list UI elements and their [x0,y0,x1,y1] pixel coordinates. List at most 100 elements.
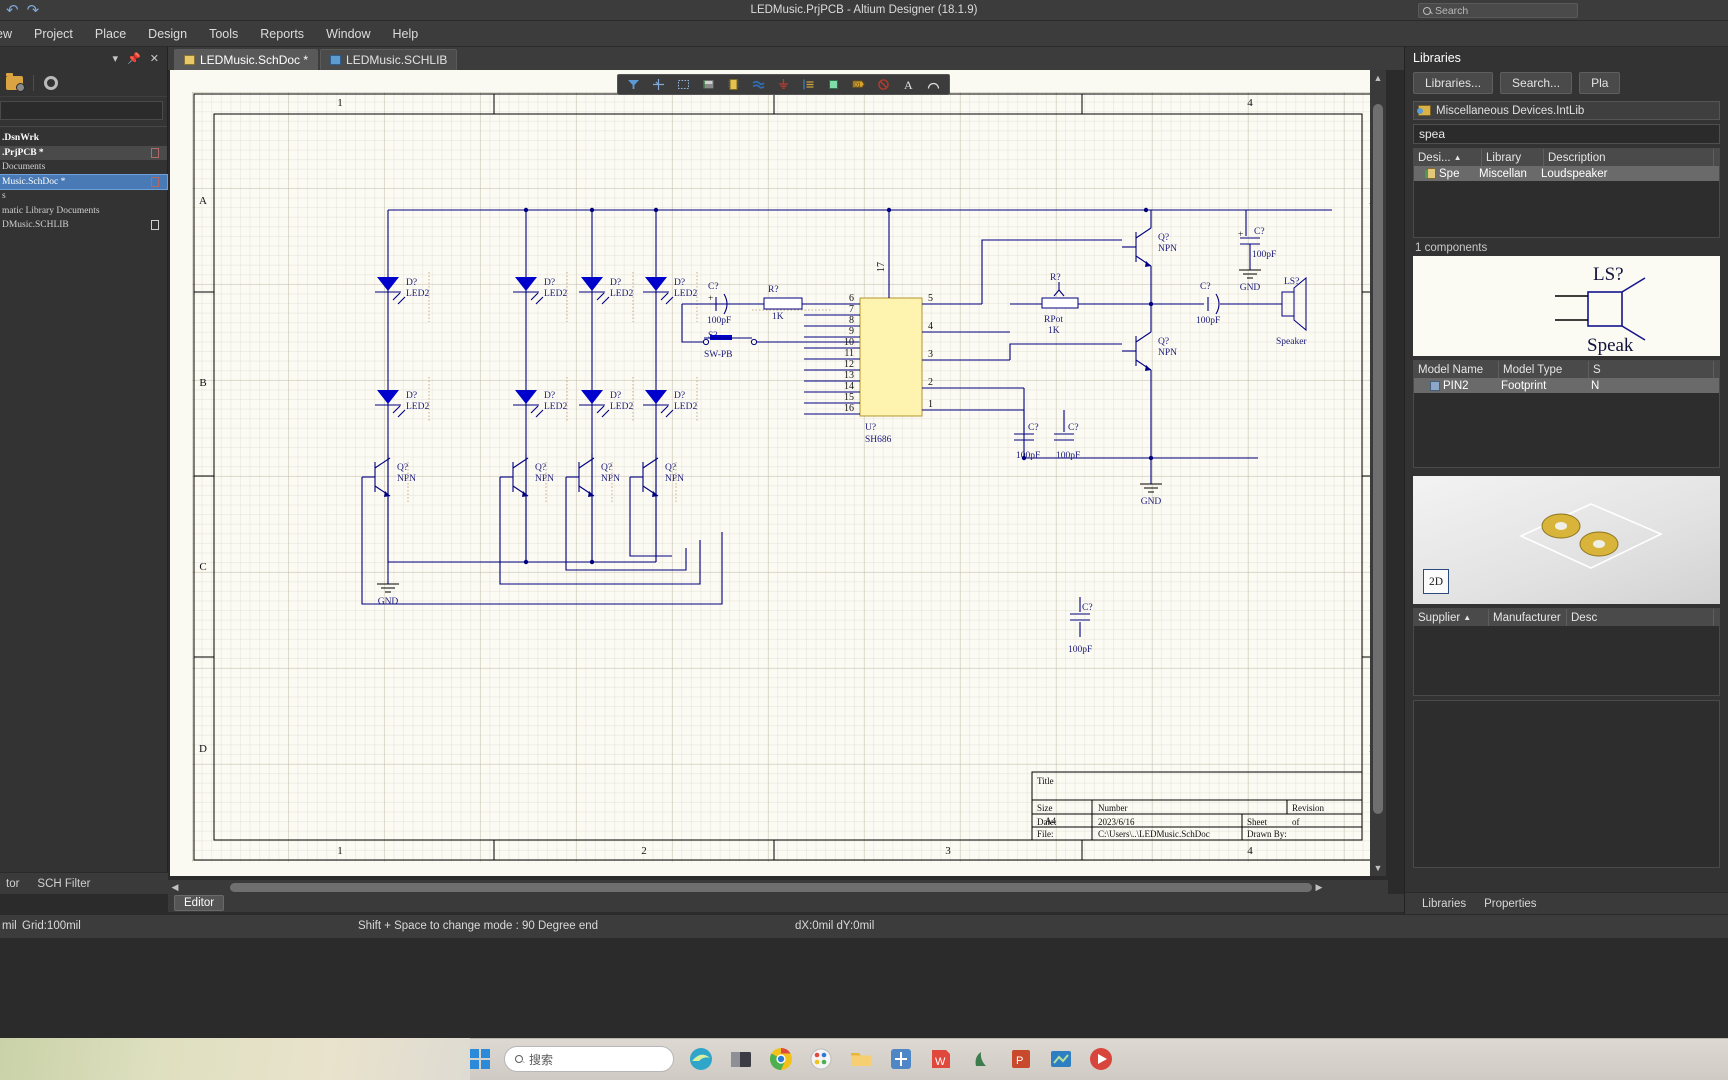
table-row[interactable]: Spe Miscellan Loudspeaker [1414,166,1719,181]
library-selector-dropdown[interactable]: Miscellaneous Devices.IntLib [1413,101,1720,120]
col-manufacturer[interactable]: Manufacturer [1489,609,1567,626]
taskbar-search-input[interactable]: 搜索 [504,1046,674,1072]
scroll-right-icon[interactable]: ▶ [1312,880,1326,894]
text-string-icon[interactable]: A [896,75,921,94]
scroll-down-icon[interactable]: ▼ [1370,860,1386,876]
altium-icon[interactable] [888,1046,914,1072]
col-designator[interactable]: Desi... ▲ [1414,149,1482,166]
status-grid: Grid:100mil [22,920,81,932]
sort-asc-icon: ▲ [1463,613,1472,622]
wps-icon[interactable]: W [928,1046,954,1072]
app-icon[interactable] [968,1046,994,1072]
paint-icon[interactable] [808,1046,834,1072]
svg-text:P: P [1016,1055,1023,1067]
menu-item-reports[interactable]: Reports [249,24,315,44]
svg-text:16: 16 [844,403,854,414]
menu-item-tools[interactable]: Tools [198,24,249,44]
tree-item-schdoc[interactable]: Music.SchDoc * [0,173,168,190]
signal-harness-icon[interactable] [746,75,771,94]
bus-entry-icon[interactable] [671,75,696,94]
tree-item-schlib[interactable]: DMusic.SCHLIB [0,218,167,233]
scroll-left-icon[interactable]: ◀ [168,880,182,894]
panel-tab-properties[interactable]: Properties [1477,896,1543,912]
canvas-vertical-scrollbar[interactable]: ▲ ▼ [1370,70,1386,876]
models-table[interactable]: Model Name Model Type S PIN2 Footprint N [1413,360,1720,468]
col-library[interactable]: Library [1482,149,1544,166]
gnd-power-port-icon[interactable] [771,75,796,94]
cell-description: Loudspeaker [1541,167,1608,180]
tab-editor[interactable]: Editor [174,895,225,911]
place-button[interactable]: Pla [1579,72,1621,94]
menu-item-project[interactable]: Project [23,24,84,44]
edge-browser-icon[interactable] [688,1046,714,1072]
chrome-icon[interactable] [768,1046,794,1072]
libraries-button[interactable]: Libraries... [1413,72,1494,94]
close-icon[interactable]: ✕ [150,52,159,65]
vertical-scroll-thumb[interactable] [1373,104,1383,814]
col-model-type[interactable]: Model Type [1499,361,1589,378]
menu-item-view[interactable]: ew [0,24,23,44]
device-sheet-icon[interactable] [821,75,846,94]
menu-item-place[interactable]: Place [84,24,137,44]
tree-item-documents[interactable]: Documents [0,160,167,175]
settings-gear-icon[interactable] [44,75,58,90]
tab-ledmusic-schlib[interactable]: LEDMusic.SCHLIB [320,49,458,70]
sheet-symbol-icon[interactable] [796,75,821,94]
open-project-icon[interactable] [6,72,25,92]
col-supplier-description[interactable]: Desc [1567,609,1714,626]
table-row[interactable]: PIN2 Footprint N [1414,378,1719,393]
supplier-table[interactable]: Supplier ▲ Manufacturer Desc [1413,608,1720,696]
menu-item-help[interactable]: Help [382,24,430,44]
col-supplier[interactable]: Supplier ▲ [1414,609,1489,626]
tree-item-dsnwrk[interactable]: .DsnWrk [0,131,167,146]
folder-icon[interactable] [848,1046,874,1072]
port-icon[interactable]: D1 [846,75,871,94]
tree-label: Music.SchDoc * [2,176,66,187]
global-search-input[interactable]: Search [1418,3,1578,18]
col-model-name[interactable]: Model Name [1414,361,1499,378]
bus-tool-icon[interactable] [646,75,671,94]
powerpoint-icon[interactable]: P [1008,1046,1034,1072]
net-label-icon[interactable] [696,75,721,94]
svg-text:9: 9 [849,326,854,337]
components-results-table[interactable]: Desi... ▲ Library Description Spe Miscel… [1413,148,1720,238]
tree-item-prjpcb[interactable]: .PrjPCB * [0,145,167,160]
col-description[interactable]: Description [1544,149,1714,166]
tree-label: DMusic.SCHLIB [2,220,69,231]
col-model-source[interactable]: S [1589,361,1714,378]
canvas-horizontal-scrollbar[interactable]: ◀ ▶ [168,880,1388,894]
footprint-3d-preview[interactable]: 2D [1413,476,1720,604]
arc-tool-icon[interactable] [921,75,946,94]
windows-start-icon[interactable] [470,1049,490,1069]
svg-text:100pF: 100pF [1016,451,1040,461]
panel-tab-libraries[interactable]: Libraries [1415,896,1473,912]
menu-item-design[interactable]: Design [137,24,198,44]
zone-bot-3: 3 [945,845,951,857]
svg-text:100pF: 100pF [1068,645,1092,655]
wire-tool-icon[interactable] [621,75,646,94]
pin-icon[interactable]: 📌 [127,52,141,65]
col-label: Supplier [1418,611,1461,624]
cell-model-type: Footprint [1501,379,1547,392]
scroll-up-icon[interactable]: ▲ [1370,70,1386,86]
menu-item-window[interactable]: Window [315,24,381,44]
panel-tab-sch-filter[interactable]: SCH Filter [31,876,96,892]
component-filter-input[interactable]: spea [1413,124,1720,144]
schematic-canvas[interactable]: D1 A .wire { stroke:#00008 [170,70,1386,876]
panel-tab-navigator[interactable]: tor [0,876,25,892]
media-player-icon[interactable] [1088,1046,1114,1072]
tree-item-schematic-library-documents[interactable]: matic Library Documents [0,204,167,219]
search-icon [515,1055,523,1063]
svg-text:C?: C? [1082,603,1093,613]
tab-ledmusic-schdoc[interactable]: LEDMusic.SchDoc * [174,49,319,70]
horizontal-scroll-thumb[interactable] [230,883,1312,892]
tree-item-s[interactable]: s [0,189,167,204]
view-2d-button[interactable]: 2D [1423,569,1449,594]
teams-icon[interactable] [1048,1046,1074,1072]
file-explorer-icon[interactable] [728,1046,754,1072]
chevron-down-icon[interactable]: ▾ [113,52,119,65]
part-icon[interactable] [721,75,746,94]
search-button[interactable]: Search... [1500,72,1573,94]
project-search-input[interactable] [0,101,163,120]
no-erc-icon[interactable] [871,75,896,94]
